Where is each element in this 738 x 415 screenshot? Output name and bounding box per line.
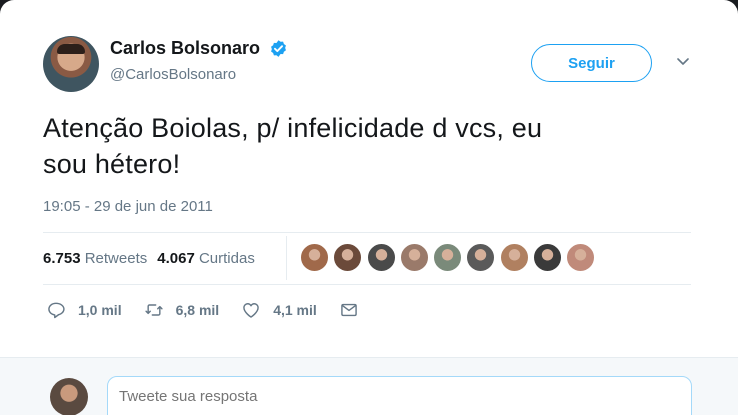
liker-avatar[interactable] (433, 243, 463, 272)
tweet-text-line: Atenção Boiolas, p/ infelicidade d vcs, … (43, 113, 543, 143)
tweet-stats: 6.753 Retweets 4.067 Curtidas (43, 240, 265, 276)
verified-badge-icon (271, 40, 287, 57)
envelope-icon (340, 303, 357, 317)
retweets-label: Retweets (84, 249, 148, 267)
current-user-avatar (50, 378, 88, 415)
liker-avatar[interactable] (566, 243, 596, 272)
retweet-icon (144, 304, 163, 316)
stats-separator (286, 236, 287, 280)
liker-avatar[interactable] (300, 243, 329, 272)
display-name[interactable]: Carlos Bolsonaro (110, 38, 260, 59)
reply-icon (48, 302, 65, 319)
user-info: Carlos Bolsonaro @CarlosBolsonaro (110, 38, 288, 83)
retweet-count: 6,8 mil (175, 302, 220, 318)
like-action[interactable]: 4,1 mil (241, 300, 317, 320)
liker-avatar[interactable] (366, 243, 396, 272)
likes-count: 4.067 (157, 249, 195, 267)
tweet-timestamp[interactable]: 19:05 - 29 de jun de 2011 (43, 198, 213, 215)
divider (43, 232, 691, 233)
tweet-text-line: sou hétero! (43, 149, 181, 179)
tweet-header: Carlos Bolsonaro @CarlosBolsonaro Seguir (43, 36, 703, 96)
retweets-count: 6.753 (43, 249, 81, 267)
like-count: 4,1 mil (273, 302, 317, 318)
tweet-card: Carlos Bolsonaro @CarlosBolsonaro Seguir… (0, 0, 738, 415)
likers-avatars (300, 243, 600, 272)
reply-count: 1,0 mil (78, 302, 122, 318)
direct-message-action[interactable] (339, 300, 359, 320)
liker-avatar[interactable] (333, 243, 363, 272)
retweets-stat[interactable]: 6.753 Retweets (43, 250, 147, 267)
reply-input[interactable] (107, 376, 692, 415)
avatar[interactable] (43, 36, 99, 92)
liker-avatar[interactable] (533, 243, 563, 272)
reply-action[interactable]: 1,0 mil (46, 300, 122, 320)
liker-avatar[interactable] (499, 243, 529, 272)
likes-stat[interactable]: 4.067 Curtidas (157, 250, 255, 267)
chevron-down-icon[interactable] (677, 58, 689, 66)
retweet-action[interactable]: 6,8 mil (144, 300, 220, 320)
follow-button[interactable]: Seguir (531, 44, 652, 82)
liker-avatar[interactable] (399, 243, 429, 272)
tweet-text: Atenção Boiolas, p/ infelicidade d vcs, … (43, 110, 683, 182)
reply-section (0, 357, 738, 415)
user-handle[interactable]: @CarlosBolsonaro (110, 66, 288, 83)
likes-label: Curtidas (198, 249, 255, 267)
divider (43, 284, 691, 285)
heart-icon (243, 303, 259, 318)
liker-avatar[interactable] (466, 243, 496, 272)
tweet-actions: 1,0 mil 6,8 mil 4,1 mil (46, 300, 381, 320)
